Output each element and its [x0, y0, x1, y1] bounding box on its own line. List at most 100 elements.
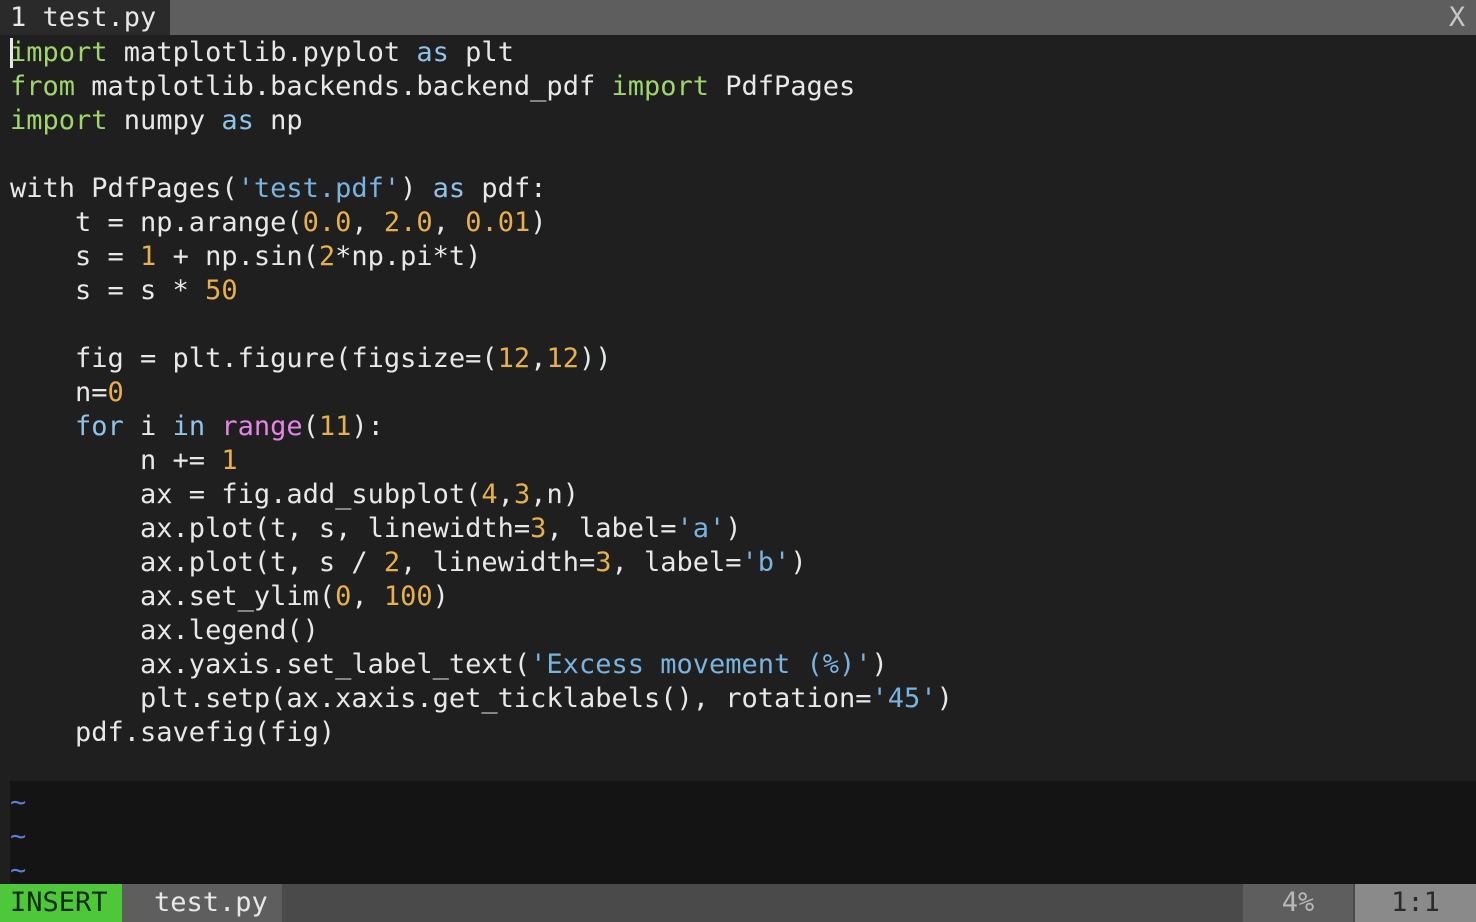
- code-token: pdf.savefig(fig): [10, 717, 336, 748]
- statusline-filename: test.py: [122, 884, 282, 922]
- code-token: ): [871, 649, 888, 680]
- code-token: , linewidth=: [400, 547, 596, 578]
- code-token: ): [400, 173, 433, 204]
- code-line[interactable]: t = np.arange(0.0, 2.0, 0.01): [10, 206, 547, 240]
- code-token: 1: [140, 241, 157, 272]
- code-token: 2: [383, 547, 401, 578]
- code-line[interactable]: s = 1 + np.sin(2*np.pi*t): [10, 240, 481, 274]
- code-line[interactable]: ax.plot(t, s, linewidth=3, label='a'): [10, 512, 742, 546]
- code-token: fig = plt.figure(figsize=(: [10, 343, 498, 374]
- code-token: ax.legend(): [10, 615, 319, 646]
- code-token: matplotlib.backends.backend_pdf: [75, 71, 612, 102]
- code-line[interactable]: pdf.savefig(fig): [10, 716, 335, 750]
- code-token: ): [725, 513, 742, 544]
- code-token: 12: [546, 343, 579, 374]
- code-token: as: [432, 173, 466, 204]
- code-token: ,: [351, 581, 384, 612]
- code-token: n +=: [10, 445, 222, 476]
- code-token: as: [416, 37, 449, 68]
- code-token: , label=: [611, 547, 742, 578]
- code-line[interactable]: with PdfPages('test.pdf') as pdf:: [10, 172, 546, 206]
- code-line[interactable]: import numpy as np: [10, 104, 303, 138]
- code-token: )): [578, 343, 612, 374]
- code-line[interactable]: for i in range(11):: [10, 410, 384, 444]
- code-token: for: [10, 411, 124, 442]
- code-line[interactable]: ax.legend(): [10, 614, 319, 648]
- cursor-position: 1:1: [1355, 884, 1476, 922]
- code-token: ,: [530, 343, 547, 374]
- empty-line-tilde: ~: [10, 787, 27, 818]
- code-token: 100: [383, 581, 433, 612]
- code-token: n=: [10, 377, 108, 408]
- code-line[interactable]: ax = fig.add_subplot(4,3,n): [10, 478, 579, 512]
- code-line[interactable]: import matplotlib.pyplot as plt: [10, 36, 514, 70]
- code-token: 2: [318, 241, 336, 272]
- empty-buffer-area: ~ ~ ~: [10, 781, 1476, 886]
- code-token: t = np.arange(: [10, 207, 303, 238]
- code-token: ax = fig.add_subplot(: [10, 479, 482, 510]
- code-token: 0.0: [302, 207, 352, 238]
- code-token: ): [530, 207, 547, 238]
- code-token: 0.01: [465, 207, 531, 238]
- code-token: 'Excess movement (%)': [530, 649, 872, 680]
- code-line[interactable]: from matplotlib.backends.backend_pdf imp…: [10, 70, 855, 104]
- code-token: 3: [513, 479, 531, 510]
- code-token: ):: [351, 411, 384, 442]
- code-token: numpy: [107, 105, 222, 136]
- tabline: 1 test.py X: [0, 0, 1476, 35]
- code-token: ,: [351, 207, 384, 238]
- code-token: '45': [871, 683, 937, 714]
- code-token: 'a': [676, 513, 726, 544]
- code-token: ax.yaxis.set_label_text(: [10, 649, 531, 680]
- code-token: 'b': [741, 547, 791, 578]
- code-token: , label=: [546, 513, 677, 544]
- code-line[interactable]: n += 1: [10, 444, 238, 478]
- code-line[interactable]: s = s * 50: [10, 274, 238, 308]
- code-token: *np.pi*t): [335, 241, 482, 272]
- code-token: 12: [497, 343, 531, 374]
- code-token: plt: [448, 37, 514, 68]
- empty-line-tilde: ~: [10, 821, 27, 852]
- code-token: ,n): [530, 479, 579, 510]
- tab-test-py[interactable]: 1 test.py: [0, 0, 170, 35]
- editor-buffer[interactable]: import matplotlib.pyplot as plt from matp…: [0, 35, 1476, 781]
- code-token: ): [790, 547, 807, 578]
- code-token: as: [221, 105, 254, 136]
- code-token: (: [302, 411, 319, 442]
- code-token: i: [123, 411, 173, 442]
- code-token: 50: [205, 275, 238, 306]
- code-token: import: [10, 37, 108, 68]
- code-token: 3: [530, 513, 547, 544]
- code-token: pdf:: [465, 173, 547, 204]
- code-token: s =: [10, 241, 141, 272]
- code-token: + np.sin(: [156, 241, 319, 272]
- code-token: ax.plot(t, s, linewidth=: [10, 513, 531, 544]
- code-token: 'test.pdf': [237, 173, 401, 204]
- empty-line-tilde: ~: [10, 855, 27, 886]
- code-token: plt.setp(ax.xaxis.get_ticklabels(), rota…: [10, 683, 872, 714]
- code-token: ,: [432, 207, 466, 238]
- scroll-percent: 4%: [1243, 884, 1353, 922]
- code-token: ax.set_ylim(: [10, 581, 336, 612]
- code-token: ): [432, 581, 449, 612]
- code-line[interactable]: ax.yaxis.set_label_text('Excess movement…: [10, 648, 888, 682]
- code-token: 1: [221, 445, 238, 476]
- code-line[interactable]: n=0: [10, 376, 124, 410]
- code-token: 3: [595, 547, 612, 578]
- code-token: in: [172, 411, 206, 442]
- code-token: range: [221, 411, 303, 442]
- code-token: ): [936, 683, 953, 714]
- code-line[interactable]: fig = plt.figure(figsize=(12,12)): [10, 342, 611, 376]
- code-token: matplotlib.pyplot: [107, 37, 417, 68]
- close-tab-button[interactable]: X: [1438, 0, 1476, 35]
- code-line[interactable]: plt.setp(ax.xaxis.get_ticklabels(), rota…: [10, 682, 953, 716]
- code-token: from: [10, 71, 76, 102]
- code-line[interactable]: ax.plot(t, s / 2, linewidth=3, label='b'…: [10, 546, 807, 580]
- mode-indicator: INSERT: [0, 884, 122, 922]
- code-token: PdfPages: [709, 71, 856, 102]
- code-line[interactable]: ax.set_ylim(0, 100): [10, 580, 449, 614]
- statusline: INSERT test.py 4% 1:1: [0, 884, 1476, 922]
- code-token: 0: [107, 377, 124, 408]
- code-token: 2.0: [383, 207, 433, 238]
